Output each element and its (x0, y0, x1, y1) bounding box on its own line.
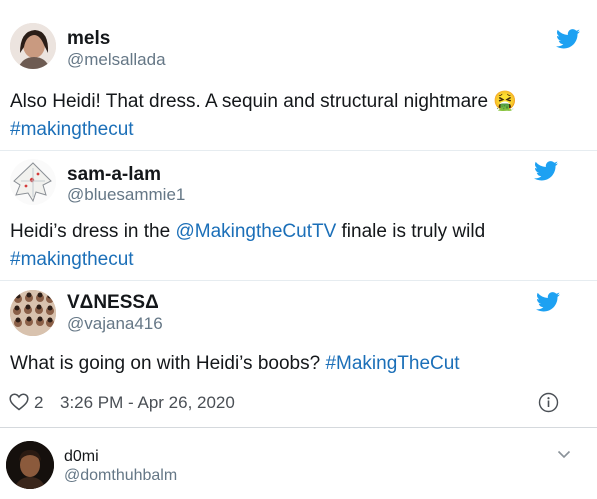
info-icon[interactable] (538, 392, 559, 413)
twitter-bird-icon[interactable] (536, 292, 560, 312)
tweet-text-content: Also Heidi! That dress. A sequin and str… (10, 91, 494, 112)
twitter-bird-icon[interactable] (534, 161, 558, 181)
tweet-text: Heidi’s dress in the @MakingtheCutTV fin… (10, 218, 570, 274)
reply-d0mi: d0mi @domthuhbalm (0, 428, 597, 499)
nauseated-emoji-icon: 🤮 (493, 91, 518, 112)
tweet-text-content: What is going on with Heidi’s boobs? (10, 353, 326, 374)
hashtag-link[interactable]: #makingthecut (10, 249, 134, 270)
avatar[interactable] (10, 159, 56, 205)
like-count[interactable]: 2 (34, 393, 43, 413)
author-handle[interactable]: @vajana416 (67, 314, 163, 334)
twitter-bird-icon[interactable] (556, 29, 580, 49)
tweet-vanessa: VΔNESSΔ @vajana416 What is going on with… (0, 280, 597, 425)
avatar[interactable] (10, 290, 56, 336)
chevron-down-icon[interactable] (557, 450, 571, 459)
author-name[interactable]: mels (67, 28, 110, 50)
author-handle[interactable]: @melsallada (67, 50, 166, 70)
author-name[interactable]: sam-a-lam (67, 164, 161, 186)
mention-link[interactable]: @MakingtheCutTV (175, 221, 336, 242)
tweet-sam-a-lam: sam-a-lam @bluesammie1 Heidi’s dress in … (0, 150, 597, 280)
author-handle[interactable]: @domthuhbalm (64, 467, 177, 485)
tweet-text: Also Heidi! That dress. A sequin and str… (10, 88, 570, 144)
heart-icon[interactable] (9, 393, 29, 411)
tweet-text: What is going on with Heidi’s boobs? #Ma… (10, 350, 570, 378)
avatar[interactable] (6, 441, 54, 489)
tweet-text-before: Heidi’s dress in the (10, 221, 176, 242)
hashtag-link[interactable]: #MakingTheCut (325, 353, 459, 374)
tweet-mels: mels @melsallada Also Heidi! That dress.… (0, 0, 597, 150)
author-name[interactable]: d0mi (64, 448, 99, 466)
avatar[interactable] (10, 23, 56, 69)
tweet-timestamp[interactable]: 3:26 PM - Apr 26, 2020 (60, 393, 235, 413)
tweet-text-after: finale is truly wild (336, 221, 486, 242)
author-name[interactable]: VΔNESSΔ (67, 292, 159, 314)
hashtag-link[interactable]: #makingthecut (10, 119, 134, 140)
author-handle[interactable]: @bluesammie1 (67, 185, 185, 205)
